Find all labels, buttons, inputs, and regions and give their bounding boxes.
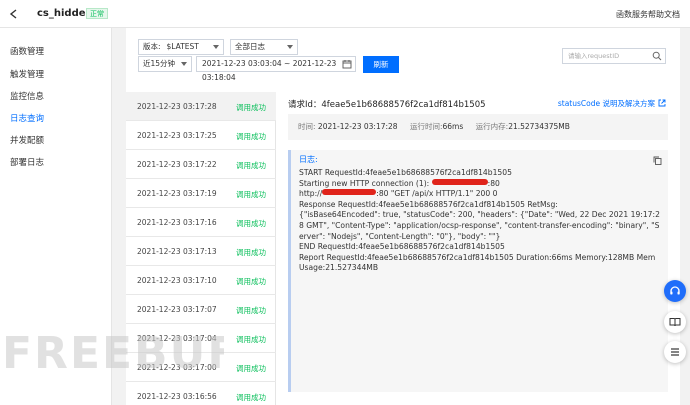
sidebar-item-trigger-management[interactable]: 触发管理 [10, 68, 44, 80]
log-text: :80 "GET /api/x HTTP/1.1" 200 0 [376, 189, 498, 199]
log-status: 调用成功 [236, 219, 266, 228]
status-code-link-label: statusCode 说明及解决方案 [557, 99, 655, 108]
log-time: 2021-12-23 03:17:10 [137, 276, 217, 285]
list-item[interactable]: 2021-12-23 03:17:13 调用成功 [126, 237, 276, 266]
log-time: 2021-12-23 03:17:07 [137, 305, 217, 314]
status-code-help-link[interactable]: statusCode 说明及解决方案 [558, 98, 666, 109]
search-icon[interactable] [652, 51, 662, 61]
log-text: :80 [487, 178, 500, 188]
log-status: 调用成功 [236, 132, 266, 141]
list-item[interactable]: 2021-12-23 03:17:19 调用成功 [126, 179, 276, 208]
log-line: START RequestId:4feae5e1b68688576f2ca1df… [299, 168, 512, 177]
list-item[interactable]: 2021-12-23 03:17:16 调用成功 [126, 208, 276, 237]
list-item[interactable]: 2021-12-23 03:16:56 调用成功 [126, 382, 276, 405]
log-status: 调用成功 [236, 190, 266, 199]
log-list: 2021-12-23 03:17:28 调用成功 2021-12-23 03:17… [126, 92, 276, 405]
time-range-value: 近15分钟 [143, 59, 176, 68]
log-time: 2021-12-23 03:17:25 [137, 131, 217, 140]
sidebar-item-concurrency-quota[interactable]: 并发配额 [10, 134, 44, 146]
list-item[interactable]: 2021-12-23 03:17:25 调用成功 [126, 121, 276, 150]
list-item[interactable]: 2021-12-23 03:17:10 调用成功 [126, 266, 276, 295]
copy-icon[interactable] [653, 156, 662, 165]
list-item[interactable]: 2021-12-23 03:17:22 调用成功 [126, 150, 276, 179]
log-text: http:// [299, 189, 323, 199]
sidebar-item-monitoring[interactable]: 监控信息 [10, 90, 44, 102]
sidebar-item-log-query[interactable]: 日志查询 [10, 112, 44, 124]
external-link-icon [658, 99, 666, 107]
chevron-down-icon [181, 62, 187, 66]
log-time: 2021-12-23 03:17:28 [137, 102, 217, 111]
status-badge: 正常 [86, 8, 108, 19]
back-arrow-icon[interactable] [8, 8, 20, 20]
log-detail: 请求Id：4feae5e1b68688576f2ca1df814b1505 st… [278, 92, 680, 405]
log-time: 2021-12-23 03:17:16 [137, 218, 217, 227]
log-time: 2021-12-23 03:17:00 [137, 363, 217, 372]
log-line: Report RequestId:4feae5e1b68688576f2ca1d… [299, 252, 656, 273]
log-text: Starting new HTTP connection (1): [299, 178, 432, 188]
date-range-value: 2021-12-23 03:03:04 ~ 2021-12-23 03:18:0… [202, 59, 337, 82]
meta-memory-label: 运行内存: [475, 122, 509, 131]
log-status: 调用成功 [236, 103, 266, 112]
chevron-down-icon [287, 45, 293, 49]
support-button[interactable] [664, 280, 686, 302]
log-line: Starting new HTTP connection (1): :80 [299, 178, 660, 190]
log-title: 日志: [299, 155, 318, 164]
sidebar: 函数管理 触发管理 监控信息 日志查询 并发配额 部署日志 [0, 28, 112, 405]
log-line: {"isBase64Encoded": true, "statusCode": … [299, 210, 660, 241]
list-item[interactable]: 2021-12-23 03:17:00 调用成功 [126, 353, 276, 382]
log-time: 2021-12-23 03:17:04 [137, 334, 217, 343]
calendar-icon [342, 60, 352, 69]
help-doc-link[interactable]: 函数服务帮助文档 [616, 9, 680, 20]
refresh-button[interactable]: 刷新 [363, 56, 399, 73]
log-time: 2021-12-23 03:17:22 [137, 160, 217, 169]
meta-time-label: 时间: [298, 122, 316, 131]
top-bar: cs_hidden 正常 函数服务帮助文档 [0, 0, 690, 28]
log-line: http:// :80 "GET /api/x HTTP/1.1" 200 0 [299, 189, 660, 200]
log-status: 调用成功 [236, 161, 266, 170]
log-time: 2021-12-23 03:17:13 [137, 247, 217, 256]
time-range-select[interactable]: 近15分钟 [138, 56, 192, 72]
log-content: 日志: START RequestId:4feae5e1b68688576f2c… [288, 150, 668, 392]
meta-time: 2021-12-23 03:17:28 [317, 122, 398, 131]
log-time: 2021-12-23 03:16:56 [137, 392, 217, 401]
redacted-host [322, 189, 377, 196]
meta-duration-label: 运行时间: [409, 122, 443, 131]
meta-memory: 21.52734375MB [508, 122, 570, 131]
log-type-value: 全部日志 [235, 42, 265, 51]
log-time: 2021-12-23 03:17:19 [137, 189, 217, 198]
request-id-search-input[interactable]: 请输入requestID [562, 48, 666, 64]
log-status: 调用成功 [236, 364, 266, 373]
log-type-select[interactable]: 全部日志 [230, 39, 298, 55]
request-id: 请求Id：4feae5e1b68688576f2ca1df814b1505 [288, 100, 486, 110]
list-item[interactable]: 2021-12-23 03:17:04 调用成功 [126, 324, 276, 353]
menu-icon [671, 348, 679, 356]
list-item[interactable]: 2021-12-23 03:17:07 调用成功 [126, 295, 276, 324]
log-status: 调用成功 [236, 248, 266, 257]
date-range-picker[interactable]: 2021-12-23 03:03:04 ~ 2021-12-23 03:18:0… [196, 56, 356, 82]
log-status: 调用成功 [236, 335, 266, 344]
redacted-host [431, 178, 488, 185]
log-status: 调用成功 [236, 393, 266, 402]
sidebar-item-function-management[interactable]: 函数管理 [10, 45, 44, 57]
log-line: Response RequestId:4feae5e1b68688576f2ca… [299, 199, 558, 209]
log-status: 调用成功 [236, 306, 266, 315]
meta-duration: 66ms [442, 122, 464, 131]
version-select[interactable]: 版本: $LATEST [138, 39, 224, 55]
list-item[interactable]: 2021-12-23 03:17:28 调用成功 [126, 92, 276, 121]
menu-button[interactable] [664, 341, 686, 363]
headset-icon [670, 286, 680, 295]
version-value: $LATEST [166, 42, 199, 51]
search-placeholder: 请输入requestID [568, 52, 620, 60]
chevron-down-icon [213, 45, 219, 49]
version-label: 版本: [143, 42, 161, 51]
book-icon [669, 318, 681, 327]
log-line: END RequestId:4feae5e1b68688576f2ca1df81… [299, 242, 505, 252]
main-panel: 版本: $LATEST 全部日志 近15分钟 2021-12-23 03:03:0… [126, 28, 680, 405]
function-name: cs_hidden [37, 8, 93, 19]
docs-button[interactable] [664, 311, 686, 333]
log-status: 调用成功 [236, 277, 266, 286]
sidebar-item-deploy-log[interactable]: 部署日志 [10, 156, 44, 168]
invocation-meta: 时间: 2021-12-23 03:17:28 运行时间:66ms 运行内存:2… [288, 114, 668, 140]
